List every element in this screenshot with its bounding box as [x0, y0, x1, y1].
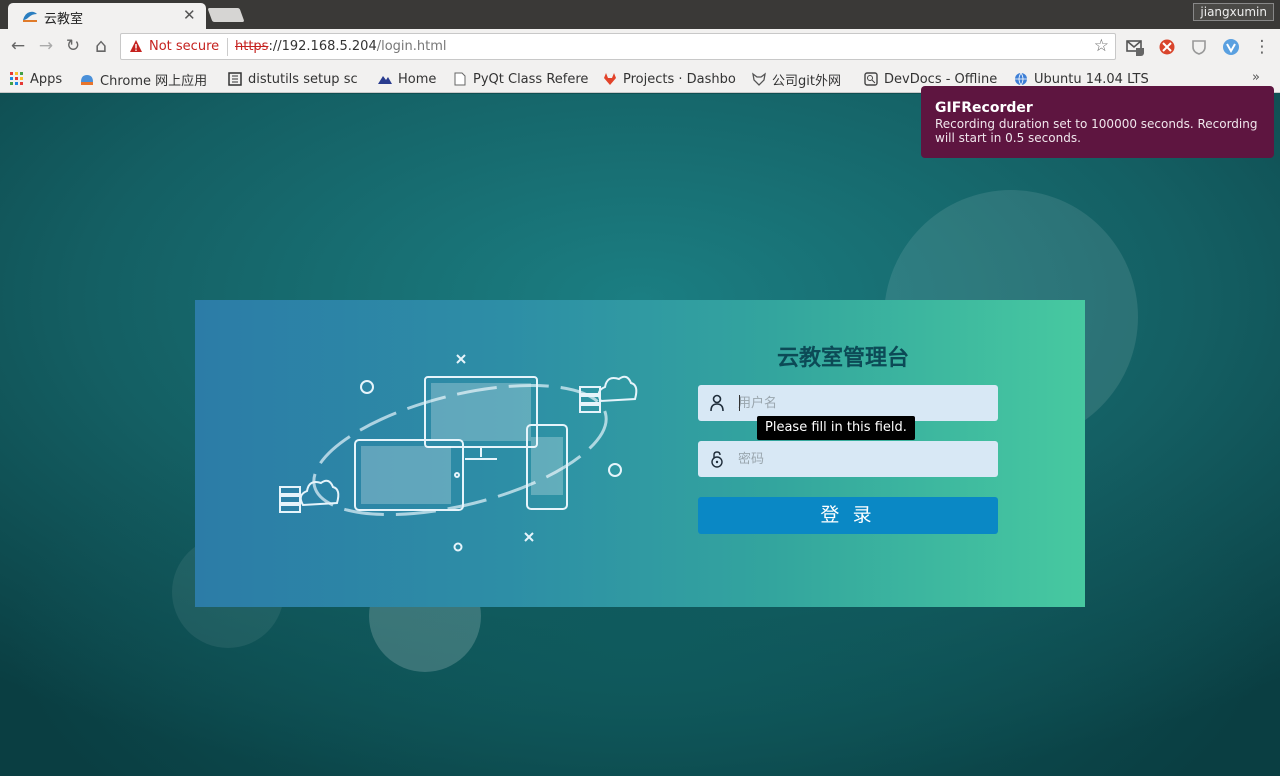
- devdocs-icon: [864, 72, 878, 86]
- bookmark-label: Home: [398, 71, 437, 87]
- notification-body: Recording duration set to 100000 seconds…: [935, 117, 1258, 145]
- url-host: 192.168.5.204: [281, 39, 377, 54]
- bookmark-label: Chrome 网上应用: [100, 73, 208, 89]
- tab-title: 云教室: [44, 12, 84, 27]
- bookmark-label: DevDocs - Offline: [884, 71, 998, 87]
- chrome-webstore-icon: [81, 75, 93, 85]
- notification-title: GIFRecorder: [935, 100, 1033, 116]
- bookmark-label: Projects · Dashbo: [623, 71, 736, 87]
- shield-extension-icon[interactable]: [1190, 38, 1208, 56]
- profile-user-badge[interactable]: jiangxumin: [1193, 3, 1274, 21]
- gifrecorder-notification[interactable]: GIFRecorder Recording duration set to 10…: [921, 86, 1274, 158]
- bookmark-distutils[interactable]: distutils setup sc: [228, 69, 366, 89]
- password-field[interactable]: [698, 441, 998, 477]
- url-path: /login.html: [376, 39, 447, 54]
- browser-titlebar: 云教室 ✕ jiangxumin: [0, 0, 1280, 29]
- user-icon: [710, 394, 724, 412]
- home-icon[interactable]: ⌂: [91, 36, 111, 56]
- login-page: 云教室管理台 登 录: [0, 94, 1280, 776]
- warning-triangle-icon: [130, 40, 142, 52]
- doc-icon: [228, 72, 242, 86]
- chrome-menu-icon[interactable]: ⋮: [1252, 37, 1272, 57]
- bookmark-company-git[interactable]: 公司git外网: [752, 69, 856, 89]
- mountain-icon: [378, 76, 392, 84]
- bookmark-label: distutils setup sc: [248, 71, 358, 87]
- bookmark-label: PyQt Class Refere: [473, 71, 589, 87]
- browser-tab[interactable]: 云教室 ✕: [8, 3, 206, 29]
- abp-extension-icon[interactable]: [1158, 38, 1176, 56]
- gitlab-icon: [604, 73, 616, 85]
- login-button[interactable]: 登 录: [698, 497, 998, 534]
- page-title: 云教室管理台: [777, 346, 910, 371]
- username-input[interactable]: [738, 391, 988, 415]
- vpn-extension-icon[interactable]: [1222, 38, 1240, 56]
- browser-toolbar: ← → ↻ ⌂ Not secure https://192.168.5.204…: [0, 29, 1280, 64]
- back-icon[interactable]: ←: [8, 36, 28, 56]
- bookmark-gitlab[interactable]: Projects · Dashbo: [603, 69, 741, 89]
- bookmark-chrome-webstore[interactable]: Chrome 网上应用: [80, 69, 216, 89]
- address-bar[interactable]: Not secure https://192.168.5.204/login.h…: [120, 33, 1116, 60]
- globe-icon: [1015, 72, 1027, 86]
- reload-icon[interactable]: ↻: [63, 36, 83, 56]
- gmail-extension-icon[interactable]: [1126, 38, 1144, 56]
- devices-cloud-illustration: [279, 354, 638, 552]
- bookmark-home[interactable]: Home: [378, 69, 444, 89]
- password-input[interactable]: [738, 447, 988, 471]
- cloud-favicon-icon: [23, 11, 37, 22]
- address-divider: [227, 38, 228, 56]
- bookmark-apps[interactable]: Apps: [10, 69, 70, 89]
- bookmark-pyqt[interactable]: PyQt Class Refere: [453, 69, 591, 89]
- apps-grid-icon: [10, 72, 23, 85]
- url-scheme: https: [235, 39, 269, 54]
- forward-icon[interactable]: →: [36, 36, 56, 56]
- tab-close-icon[interactable]: ✕: [183, 6, 196, 24]
- security-status[interactable]: Not secure: [149, 39, 219, 54]
- fox-icon: [752, 72, 766, 86]
- bookmark-label: 公司git外网: [772, 73, 841, 89]
- lock-icon: [711, 451, 723, 468]
- text-caret: [739, 395, 740, 411]
- validation-tooltip: Please fill in this field.: [757, 416, 915, 440]
- bookmarks-overflow-chevron[interactable]: »: [1252, 70, 1260, 85]
- bookmark-star-icon[interactable]: ☆: [1094, 36, 1109, 56]
- bookmark-label: Apps: [30, 71, 63, 87]
- bookmark-label: Ubuntu 14.04 LTS: [1034, 71, 1149, 87]
- page-icon: [454, 72, 466, 86]
- url-separator: ://: [268, 39, 282, 54]
- login-panel: 云教室管理台 登 录: [195, 300, 1085, 607]
- new-tab-button[interactable]: [207, 8, 245, 22]
- url-text[interactable]: https://192.168.5.204/login.html: [235, 39, 447, 54]
